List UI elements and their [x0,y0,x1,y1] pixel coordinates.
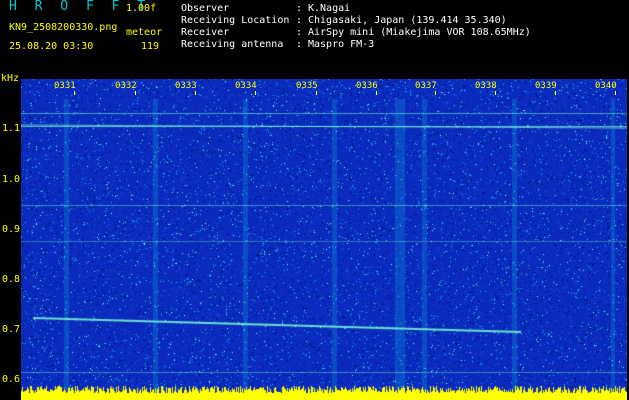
detection-count: 119 [141,41,160,52]
info-value-antenna: Maspro FM-3 [308,39,375,50]
time-tick-label: 0331 [54,81,76,91]
time-tick-mark [255,91,256,95]
spectrogram-panel: 0331 0332 0333 0334 0335 0336 0337 0338 … [21,79,627,400]
time-tick-mark [376,91,377,95]
y-tick-label: 0.9 [2,224,21,235]
info-key-observer: Observer [181,3,230,14]
y-tick-label: 0.8 [2,274,21,285]
time-tick-mark [435,91,436,95]
info-key-receiver: Receiver [181,27,230,38]
time-tick-mark [195,91,196,95]
datetime-stamp: 25.08.20 03:30 [9,41,94,52]
time-tick-label: 0337 [415,81,437,91]
frequency-unit-label: kHz [1,73,20,84]
station-label: meteor [126,27,163,38]
y-tick-label: 0.6 [2,374,21,385]
time-tick-mark [555,91,556,95]
time-tick-label: 0335 [296,81,318,91]
time-tick-mark [316,91,317,95]
time-tick-mark [495,91,496,95]
info-separator: : [296,39,303,50]
info-key-location: Receiving Location [181,15,290,26]
y-tick-label: 1.1 [2,123,21,134]
y-tick-label: 1.0 [2,174,21,185]
time-tick-label: 0338 [475,81,497,91]
time-tick-label: 0340 [595,81,617,91]
info-separator: : [296,3,303,14]
time-tick-label: 0334 [235,81,257,91]
info-value-observer: K.Nagai [308,3,351,14]
time-tick-mark [615,91,616,95]
time-tick-label: 0333 [175,81,197,91]
info-key-antenna: Receiving antenna [181,39,284,50]
spectrogram-canvas [21,79,627,400]
info-separator: : [296,27,303,38]
info-separator: : [296,15,303,26]
time-tick-mark [135,91,136,95]
app-version: 1.00f [126,3,157,14]
info-value-receiver: AirSpy mini (Miakejima VOR 108.65MHz) [308,27,531,38]
info-value-location: Chigasaki, Japan (139.414 35.340) [308,15,507,26]
time-tick-label: 0339 [535,81,557,91]
file-name: KN9_2508200330.png [9,22,118,33]
time-tick-label: 0336 [356,81,378,91]
time-tick-mark [74,91,75,95]
time-tick-label: 0332 [115,81,137,91]
y-tick-label: 0.7 [2,324,21,335]
